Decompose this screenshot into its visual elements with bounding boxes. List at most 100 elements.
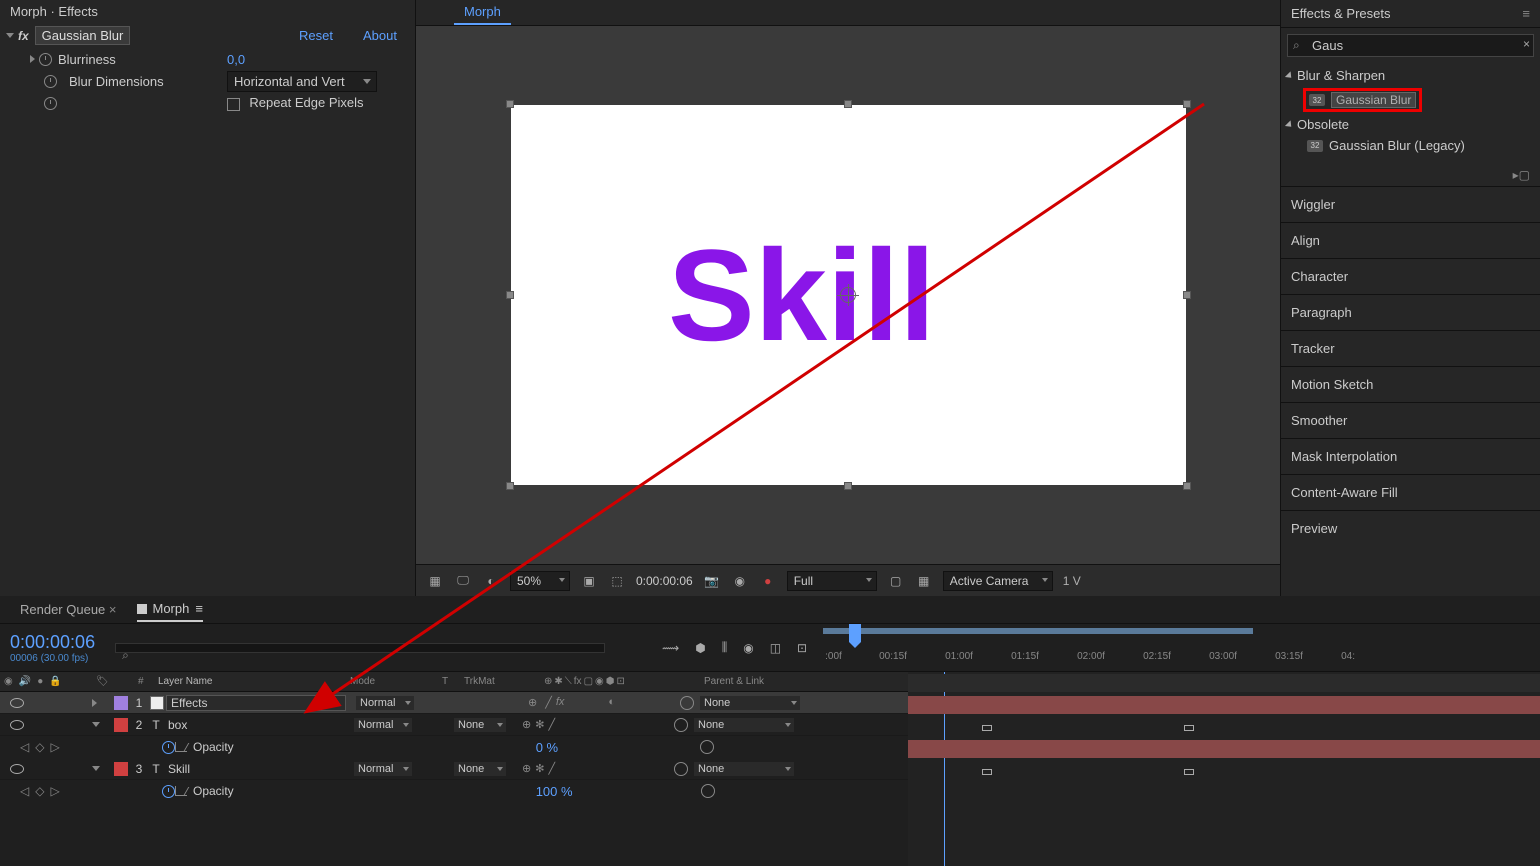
effect-name[interactable]: Gaussian Blur [35,26,131,45]
monitor-icon[interactable]: 🖵 [454,572,472,590]
frame-blend-icon[interactable]: ⫼ [722,640,728,655]
keyframe-icon[interactable] [982,769,992,775]
expression-pickwhip-icon[interactable] [701,784,715,798]
dimensions-dropdown[interactable]: Horizontal and Vert [227,71,377,92]
prev-key-icon[interactable]: ◁ [20,784,29,798]
views-dropdown[interactable]: 1 V [1063,574,1081,588]
timeline-search-input[interactable]: ⌕ [115,643,605,653]
keyframe-icon[interactable] [1184,769,1194,775]
playhead[interactable] [849,624,861,642]
layer-bar[interactable] [908,696,1540,714]
paragraph-section[interactable]: Paragraph [1281,294,1540,330]
parent-pickwhip-icon[interactable] [674,718,688,732]
effects-search-input[interactable] [1287,34,1534,57]
composition-canvas[interactable]: Skill [511,105,1186,485]
layer-name[interactable]: box [164,718,344,732]
next-key-icon[interactable]: ▷ [50,740,59,754]
layer-name[interactable]: Skill [164,762,344,776]
add-key-icon[interactable]: ◇ [35,740,44,754]
viewer-area[interactable]: Skill [416,26,1280,564]
opacity-value[interactable]: 100 % [536,784,573,799]
graph-icon[interactable] [175,786,187,796]
layer-twirl-icon[interactable] [92,722,100,727]
tracker-section[interactable]: Tracker [1281,330,1540,366]
blend-mode-dropdown[interactable]: Normal [354,718,412,732]
snapshot-icon[interactable]: 📷 [703,572,721,590]
category-obsolete[interactable]: Obsolete [1285,114,1536,135]
stopwatch-icon[interactable] [162,785,175,798]
next-key-icon[interactable]: ▷ [50,784,59,798]
layer-bar[interactable] [908,740,1540,758]
region-icon[interactable]: ▣ [580,572,598,590]
stopwatch-icon[interactable] [162,741,175,754]
fx-icon[interactable]: fx [18,29,29,43]
layer-color-label[interactable] [114,718,128,732]
layer-bar[interactable] [908,674,1540,692]
layer-name-header[interactable]: Layer Name [154,676,346,687]
resize-handle[interactable] [1183,100,1191,108]
composition-tab[interactable]: Morph [454,0,511,25]
prev-key-icon[interactable]: ◁ [20,740,29,754]
keyframe-icon[interactable] [982,725,992,731]
content-aware-fill-section[interactable]: Content-Aware Fill [1281,474,1540,510]
preview-section[interactable]: Preview [1281,510,1540,546]
parent-dropdown[interactable]: None [694,762,794,776]
shy-icon[interactable]: ⟿ [662,641,679,655]
stopwatch-icon[interactable] [44,97,57,110]
gaussian-blur-legacy-item[interactable]: 32 Gaussian Blur (Legacy) [1285,135,1536,156]
graph-icon[interactable] [175,742,187,752]
category-blur-sharpen[interactable]: Blur & Sharpen [1285,65,1536,86]
grid-icon[interactable]: ▦ [426,572,444,590]
grid2-icon[interactable]: ▦ [915,572,933,590]
parent-pickwhip-icon[interactable] [674,762,688,776]
channel-icon[interactable]: ◉ [731,572,749,590]
anchor-point-icon[interactable] [840,287,856,303]
timeline-current-time[interactable]: 0:00:00:06 [0,632,95,653]
character-section[interactable]: Character [1281,258,1540,294]
keyframe-icon[interactable] [1184,725,1194,731]
resize-handle[interactable] [506,291,514,299]
visibility-toggle[interactable] [10,720,24,730]
stopwatch-icon[interactable] [39,53,52,66]
3d-icon[interactable]: ⬢ [695,641,705,655]
visibility-toggle[interactable] [10,698,24,708]
layer-row-box[interactable]: 2 T box Normal None ⊕✻╱ None [0,714,908,736]
motion-sketch-section[interactable]: Motion Sketch [1281,366,1540,402]
resize-handle[interactable] [1183,291,1191,299]
search-clear-icon[interactable]: × [1523,37,1530,51]
resize-handle[interactable] [844,482,852,490]
current-time[interactable]: 0:00:00:06 [636,574,693,588]
trkmat-dropdown[interactable]: None [454,718,506,732]
reset-link[interactable]: Reset [299,28,333,43]
about-link[interactable]: About [363,28,397,43]
effect-twirl-icon[interactable] [6,33,14,38]
parent-pickwhip-icon[interactable] [680,696,694,710]
expression-pickwhip-icon[interactable] [700,740,714,754]
blend-mode-dropdown[interactable]: Normal [356,696,414,710]
resize-handle[interactable] [1183,482,1191,490]
layer-color-label[interactable] [114,762,128,776]
parent-dropdown[interactable]: None [700,696,800,710]
smoother-section[interactable]: Smoother [1281,402,1540,438]
stopwatch-icon[interactable] [44,75,57,88]
apply-icon[interactable]: ▸▢ [1513,168,1530,182]
blend-mode-dropdown[interactable]: Normal [354,762,412,776]
trkmat-dropdown[interactable]: None [454,762,506,776]
visibility-toggle[interactable] [10,764,24,774]
align-section[interactable]: Align [1281,222,1540,258]
roi-icon[interactable]: ▢ [887,572,905,590]
camera-dropdown[interactable]: Active Camera [943,571,1053,591]
parent-dropdown[interactable]: None [694,718,794,732]
brain-icon[interactable]: ⊡ [797,641,807,655]
panel-menu-icon[interactable]: ≡ [1522,6,1530,21]
resize-handle[interactable] [506,100,514,108]
transparency-icon[interactable]: ⬚ [608,572,626,590]
work-area-bar[interactable] [823,628,1253,634]
opacity-property-row[interactable]: ◁◇▷ Opacity 0 % [0,736,908,758]
resize-handle[interactable] [506,482,514,490]
resize-handle[interactable] [844,100,852,108]
opacity-value[interactable]: 0 % [536,740,558,755]
motion-blur-icon[interactable]: ◉ [743,641,753,655]
layer-twirl-icon[interactable] [92,766,100,771]
layer-twirl-icon[interactable] [92,699,97,707]
